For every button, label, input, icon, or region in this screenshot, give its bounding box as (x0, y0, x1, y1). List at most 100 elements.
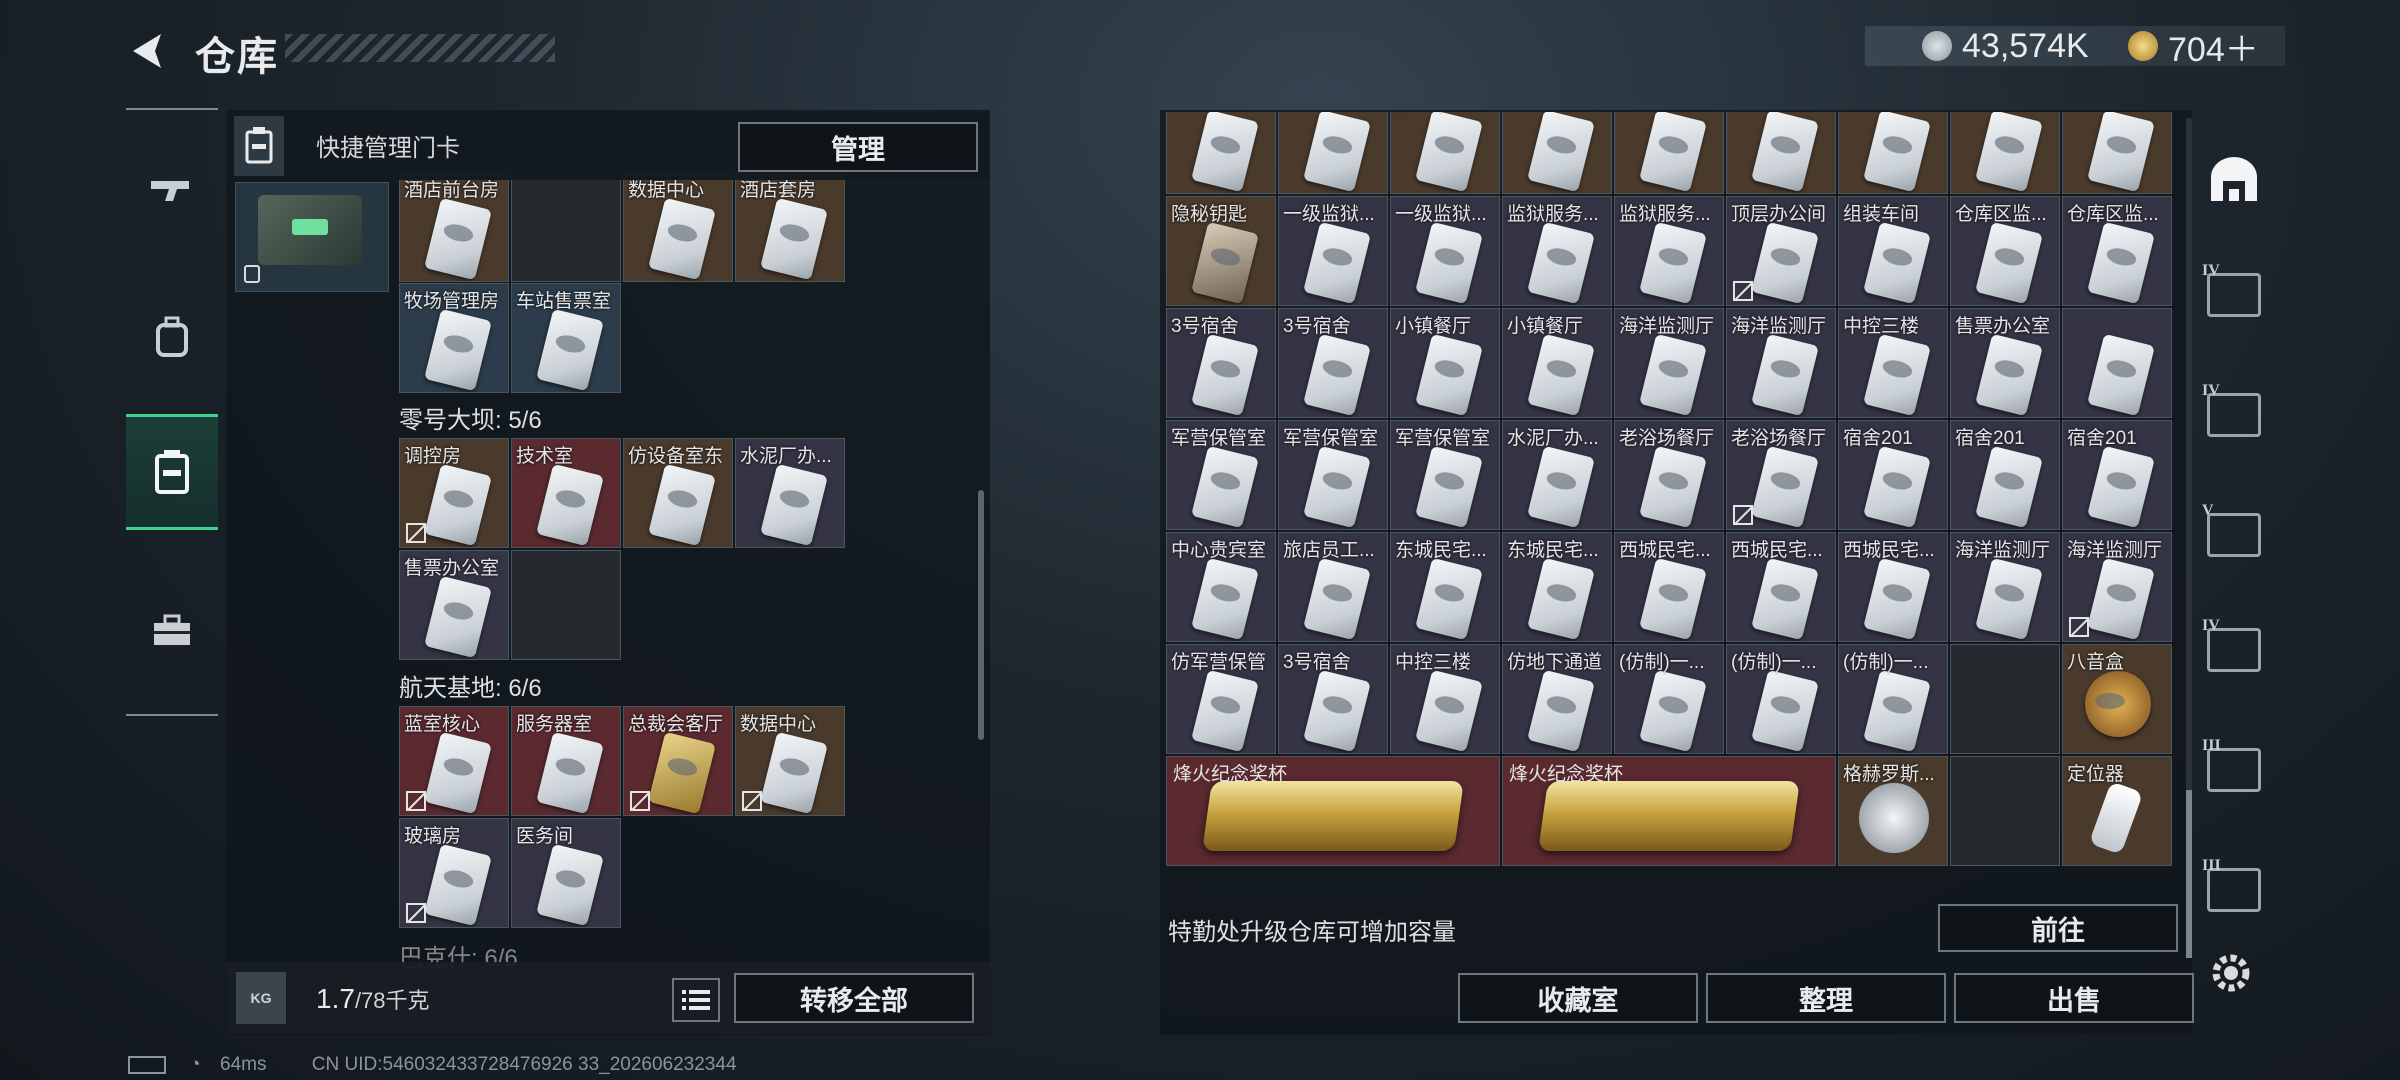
nav-backpack[interactable] (126, 282, 218, 392)
nav-toolbox[interactable] (126, 576, 218, 686)
side-tab-warning-tier3-icon[interactable]: III (2202, 735, 2266, 805)
side-tab-keycard-tier4-icon[interactable]: IV (2202, 260, 2266, 330)
warehouse-item[interactable]: 烽火纪念奖杯 (1502, 756, 1836, 866)
warehouse-item[interactable]: (仿制)人... (1390, 112, 1500, 194)
card-slot[interactable]: 酒店套房 (735, 172, 845, 282)
warehouse-item[interactable] (1950, 644, 2060, 754)
card-slot-empty[interactable] (511, 550, 621, 660)
warehouse-item[interactable]: (仿制)一... (1614, 644, 1724, 754)
warehouse-item[interactable]: 顶层办公间 (1726, 196, 1836, 306)
warehouse-item[interactable]: 旅店员工... (1278, 532, 1388, 642)
warehouse-item[interactable]: 仿监视室西 (1726, 112, 1836, 194)
warehouse-item[interactable]: 水泥厂办... (1502, 420, 1612, 530)
warehouse-item[interactable]: 老浴场餐厅 (1614, 420, 1724, 530)
warehouse-item[interactable]: 小镇餐厅 (1390, 308, 1500, 418)
warehouse-item[interactable]: 西城民宅... (1838, 532, 1948, 642)
warehouse-item[interactable]: 军营保管室 (1278, 420, 1388, 530)
warehouse-item[interactable]: 海洋监测厅 (1614, 308, 1724, 418)
side-tab-hideout[interactable] (2202, 145, 2266, 215)
side-tab-vehicle-tier3-icon[interactable]: III (2202, 855, 2266, 925)
goto-button[interactable]: 前往 (1938, 904, 2178, 952)
warehouse-item[interactable]: 宿舍201 (2062, 420, 2172, 530)
warehouse-item[interactable] (2062, 308, 2172, 418)
warehouse-item[interactable]: 监狱服务... (1502, 196, 1612, 306)
warehouse-item[interactable]: 中心贵宾室 (1166, 532, 1276, 642)
warehouse-item[interactable]: 3号宿舍 (1278, 644, 1388, 754)
warehouse-item[interactable]: 老浴场餐厅 (1726, 420, 1836, 530)
warehouse-item[interactable] (2062, 112, 2172, 194)
warehouse-item[interactable]: 一级监狱... (1390, 196, 1500, 306)
warehouse-item[interactable]: 仓库区监... (1950, 196, 2060, 306)
sort-button[interactable]: 整理 (1706, 973, 1946, 1023)
card-slot[interactable]: 酒店前台房 (399, 172, 509, 282)
card-slot[interactable]: 数据中心 (735, 706, 845, 816)
list-view-button[interactable] (672, 978, 720, 1022)
warehouse-item[interactable]: 定位器 (2062, 756, 2172, 866)
nav-weapons[interactable] (126, 136, 218, 246)
card-slot[interactable]: 售票办公室 (399, 550, 509, 660)
warehouse-item[interactable]: 宿舍201 (1950, 420, 2060, 530)
warehouse-item[interactable]: 军营保管室 (1166, 420, 1276, 530)
warehouse-item[interactable]: 售票办公室 (1950, 308, 2060, 418)
side-tab-keycard-tier4-icon[interactable]: IV (2202, 380, 2266, 450)
warehouse-item[interactable]: 格赫罗斯... (1838, 756, 1948, 866)
right-scrollbar-thumb[interactable] (2186, 790, 2192, 958)
warehouse-item[interactable]: 海洋监测厅 (1950, 532, 2060, 642)
gold-amount[interactable]: 704＋ (2168, 22, 2259, 71)
nav-keycard-holder[interactable] (126, 414, 218, 530)
warehouse-item[interactable]: (仿制)一... (1726, 644, 1836, 754)
card-slot[interactable]: 技术室 (511, 438, 621, 548)
card-slot[interactable]: 玻璃房 (399, 818, 509, 928)
warehouse-item[interactable]: 烽火纪念奖杯 (1166, 756, 1500, 866)
warehouse-item[interactable]: 博物馆监... (1950, 112, 2060, 194)
warehouse-item[interactable]: 3号宿舍 (1166, 308, 1276, 418)
warehouse-slot-empty[interactable] (1950, 756, 2060, 866)
keycard-case-item[interactable] (235, 182, 389, 292)
warehouse-item[interactable]: 军营保管室 (1390, 420, 1500, 530)
card-slot-empty[interactable] (511, 172, 621, 282)
transfer-all-button[interactable]: 转移全部 (734, 973, 974, 1023)
warehouse-item[interactable]: 生物数据... (1502, 112, 1612, 194)
warehouse-item[interactable]: 数据中心 (1614, 112, 1724, 194)
card-slot[interactable]: 牧场管理房 (399, 283, 509, 393)
card-slot[interactable]: 医务间 (511, 818, 621, 928)
warehouse-item[interactable]: 仓库区监... (2062, 196, 2172, 306)
sell-button[interactable]: 出售 (1954, 973, 2194, 1023)
card-slot[interactable]: 调控房 (399, 438, 509, 548)
card-slot[interactable]: 服务器室 (511, 706, 621, 816)
warehouse-item[interactable]: 仿军营保管 (1166, 644, 1276, 754)
warehouse-item[interactable]: 东城民宅... (1502, 532, 1612, 642)
warehouse-item[interactable]: 中控三楼 (1838, 308, 1948, 418)
card-slot[interactable]: 车站售票室 (511, 283, 621, 393)
card-slot[interactable]: 水泥厂办... (735, 438, 845, 548)
side-tab-folder-tier4-icon[interactable]: IV (2202, 615, 2266, 685)
collection-room-button[interactable]: 收藏室 (1458, 973, 1698, 1023)
warehouse-item[interactable]: (仿制)一... (1838, 644, 1948, 754)
warehouse-item[interactable]: 海洋监测厅 (2062, 532, 2172, 642)
warehouse-item[interactable]: 3号宿舍 (1278, 308, 1388, 418)
warehouse-item[interactable]: 隐秘钥匙 (1166, 196, 1276, 306)
warehouse-item[interactable]: 西城民宅... (1614, 532, 1724, 642)
card-slot[interactable]: 蓝室核心 (399, 706, 509, 816)
warehouse-item[interactable]: 宿舍201 (1838, 420, 1948, 530)
card-slot[interactable]: 仿设备室东 (623, 438, 733, 548)
left-scrollbar[interactable] (978, 490, 984, 740)
warehouse-item[interactable]: 仿地下通道 (1502, 644, 1612, 754)
warehouse-item[interactable]: 监狱服务... (1614, 196, 1724, 306)
warehouse-item[interactable]: 八音盒 (2062, 644, 2172, 754)
warehouse-item[interactable]: 海洋监测厅 (1726, 308, 1836, 418)
warehouse-item[interactable]: 一级监狱... (1278, 196, 1388, 306)
warehouse-item[interactable]: 组装车间 (1838, 196, 1948, 306)
settings-button[interactable] (2208, 950, 2254, 1001)
warehouse-item[interactable]: 1号审讯室 (1278, 112, 1388, 194)
manage-button[interactable]: 管理 (738, 122, 978, 172)
back-button[interactable] (125, 28, 171, 74)
side-tab-keycard-tier5-icon[interactable]: V (2202, 500, 2266, 570)
warehouse-item[interactable]: 仿设备室东 (1838, 112, 1948, 194)
warehouse-item[interactable]: 1号审讯室 (1166, 112, 1276, 194)
card-slot[interactable]: 总裁会客厅 (623, 706, 733, 816)
warehouse-item[interactable]: 西城民宅... (1726, 532, 1836, 642)
warehouse-item[interactable]: 中控三楼 (1390, 644, 1500, 754)
warehouse-item[interactable]: 小镇餐厅 (1502, 308, 1612, 418)
warehouse-item[interactable]: 东城民宅... (1390, 532, 1500, 642)
